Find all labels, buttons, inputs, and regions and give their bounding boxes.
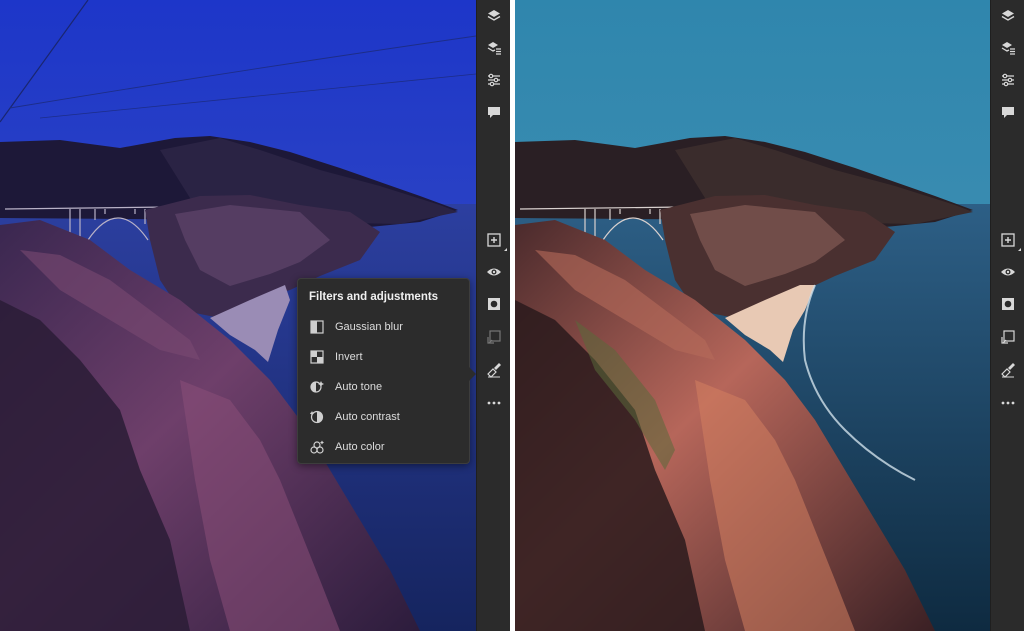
menu-item-label: Auto color xyxy=(335,441,385,453)
more-icon[interactable] xyxy=(998,392,1018,412)
more-icon[interactable] xyxy=(484,392,504,412)
auto-tone-icon xyxy=(309,379,325,395)
side-toolbar-right xyxy=(990,0,1024,631)
filters-icon[interactable] xyxy=(998,360,1018,380)
adjustments-icon[interactable] xyxy=(484,70,504,90)
comments-icon[interactable] xyxy=(484,102,504,122)
invert-icon xyxy=(309,349,325,365)
menu-item-label: Invert xyxy=(335,351,363,363)
add-layer-icon[interactable] xyxy=(484,230,507,251)
menu-item-gaussian-blur[interactable]: Gaussian blur xyxy=(298,314,469,340)
add-layer-icon[interactable] xyxy=(998,230,1021,251)
visibility-icon[interactable] xyxy=(484,262,504,282)
filters-adjustments-popup: Filters and adjustments Gaussian blur In… xyxy=(297,278,476,464)
popup-title: Filters and adjustments xyxy=(309,291,439,303)
menu-item-invert[interactable]: Invert xyxy=(298,344,469,370)
layer-properties-icon[interactable] xyxy=(998,38,1018,58)
menu-item-label: Gaussian blur xyxy=(335,321,403,333)
visibility-icon[interactable] xyxy=(998,262,1018,282)
filters-icon[interactable] xyxy=(484,360,504,380)
mask-icon[interactable] xyxy=(484,294,504,314)
menu-item-auto-contrast[interactable]: Auto contrast xyxy=(298,404,469,430)
clip-icon[interactable] xyxy=(998,327,1018,347)
side-toolbar-left xyxy=(476,0,510,631)
menu-item-label: Auto tone xyxy=(335,381,383,393)
menu-item-auto-color[interactable]: Auto color xyxy=(298,434,469,460)
auto-color-icon xyxy=(309,439,325,455)
mask-icon[interactable] xyxy=(998,294,1018,314)
auto-contrast-icon xyxy=(309,409,325,425)
layer-properties-icon[interactable] xyxy=(484,38,504,58)
menu-item-auto-tone[interactable]: Auto tone xyxy=(298,374,469,400)
menu-item-label: Auto contrast xyxy=(335,411,400,423)
gaussian-blur-icon xyxy=(309,319,325,335)
left-canvas-panel: Filters and adjustments Gaussian blur In… xyxy=(0,0,510,631)
right-canvas-panel xyxy=(515,0,1024,631)
layers-icon[interactable] xyxy=(998,6,1018,26)
layers-icon[interactable] xyxy=(484,6,504,26)
photo-canvas-right[interactable] xyxy=(515,0,990,631)
adjustments-icon[interactable] xyxy=(998,70,1018,90)
comments-icon[interactable] xyxy=(998,102,1018,122)
clip-icon[interactable] xyxy=(484,327,504,347)
